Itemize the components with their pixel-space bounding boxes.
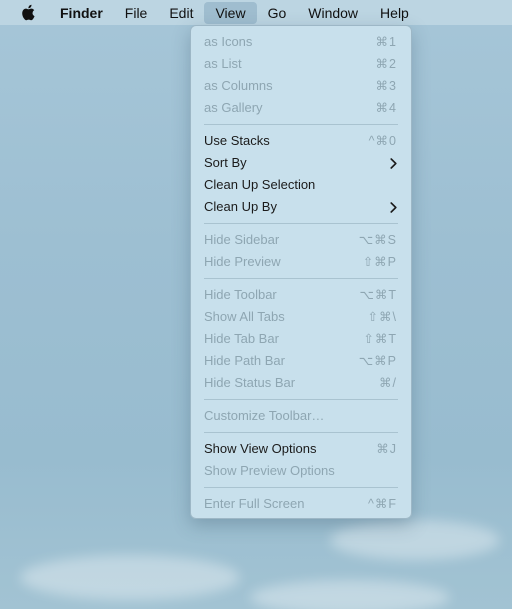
menu-item-shortcut: ⇧⌘T	[363, 332, 397, 346]
menu-item-label: Customize Toolbar…	[204, 408, 325, 423]
menu-item-label: as Columns	[204, 78, 273, 93]
menu-item-clean-up-by[interactable]: Clean Up By	[191, 196, 411, 218]
menu-item-show-view-options[interactable]: Show View Options ⌘J	[191, 438, 411, 460]
menu-item-label: Hide Sidebar	[204, 232, 280, 247]
menu-separator	[204, 223, 398, 224]
menu-separator	[204, 432, 398, 433]
menubar-item-go[interactable]: Go	[257, 2, 298, 24]
menubar-item-help[interactable]: Help	[369, 2, 420, 24]
menu-item-hide-status-bar: Hide Status Bar ⌘/	[191, 372, 411, 394]
menu-item-shortcut: ⇧⌘\	[367, 310, 397, 324]
chevron-right-icon	[387, 201, 397, 213]
menu-item-shortcut: ⌘1	[375, 35, 397, 49]
menu-item-clean-up-selection[interactable]: Clean Up Selection	[191, 174, 411, 196]
menu-item-label: Hide Status Bar	[204, 375, 296, 390]
menu-item-as-columns: as Columns ⌘3	[191, 75, 411, 97]
menu-item-use-stacks[interactable]: Use Stacks ^⌘0	[191, 130, 411, 152]
menu-item-label: Hide Tab Bar	[204, 331, 279, 346]
menu-item-label: Use Stacks	[204, 133, 270, 148]
menu-item-shortcut: ⌘/	[379, 376, 397, 390]
menu-item-as-icons: as Icons ⌘1	[191, 31, 411, 53]
menu-separator	[204, 124, 398, 125]
menu-item-label: Show All Tabs	[204, 309, 285, 324]
menu-item-show-all-tabs: Show All Tabs ⇧⌘\	[191, 306, 411, 328]
menu-item-shortcut: ⌘J	[376, 442, 397, 456]
desktop-background: Finder File Edit View Go Window Help as …	[0, 0, 512, 609]
menu-item-shortcut: ⌥⌘P	[358, 354, 397, 368]
menu-separator	[204, 399, 398, 400]
menu-item-hide-path-bar: Hide Path Bar ⌥⌘P	[191, 350, 411, 372]
view-menu-dropdown: as Icons ⌘1 as List ⌘2 as Columns ⌘3 as …	[190, 25, 412, 519]
menu-bar: Finder File Edit View Go Window Help	[0, 0, 512, 25]
menu-item-label: as Icons	[204, 34, 253, 49]
menu-item-as-gallery: as Gallery ⌘4	[191, 97, 411, 119]
menu-item-shortcut: ⌥⌘T	[359, 288, 397, 302]
menu-item-label: Sort By	[204, 155, 247, 170]
menu-item-shortcut: ^⌘F	[367, 497, 397, 511]
menu-item-label: Clean Up Selection	[204, 177, 316, 192]
cloud-decoration	[250, 580, 450, 609]
menubar-item-view[interactable]: View	[204, 1, 257, 24]
menubar-item-window[interactable]: Window	[297, 2, 369, 24]
menu-item-shortcut: ^⌘0	[368, 134, 397, 148]
menu-item-shortcut: ⌘2	[375, 57, 397, 71]
menu-item-label: Enter Full Screen	[204, 496, 305, 511]
menu-item-show-preview-options: Show Preview Options	[191, 460, 411, 482]
menu-item-hide-tab-bar: Hide Tab Bar ⇧⌘T	[191, 328, 411, 350]
menu-item-sort-by[interactable]: Sort By	[191, 152, 411, 174]
menu-item-label: Hide Path Bar	[204, 353, 285, 368]
menu-item-shortcut: ⌘3	[375, 79, 397, 93]
menu-item-enter-full-screen: Enter Full Screen ^⌘F	[191, 493, 411, 515]
cloud-decoration	[20, 555, 240, 600]
menu-item-label: as Gallery	[204, 100, 263, 115]
menu-item-label: Show Preview Options	[204, 463, 335, 478]
menu-item-shortcut: ⌥⌘S	[358, 233, 397, 247]
menu-item-hide-toolbar: Hide Toolbar ⌥⌘T	[191, 284, 411, 306]
menu-item-as-list: as List ⌘2	[191, 53, 411, 75]
menu-separator	[204, 487, 398, 488]
menu-item-label: Clean Up By	[204, 199, 277, 214]
menu-item-customize-toolbar: Customize Toolbar…	[191, 405, 411, 427]
menu-item-shortcut: ⇧⌘P	[362, 255, 397, 269]
menu-item-label: Hide Preview	[204, 254, 281, 269]
menubar-item-file[interactable]: File	[114, 2, 159, 24]
menu-item-hide-sidebar: Hide Sidebar ⌥⌘S	[191, 229, 411, 251]
menu-separator	[204, 278, 398, 279]
menubar-item-finder[interactable]: Finder	[49, 2, 114, 24]
menu-item-shortcut: ⌘4	[375, 101, 397, 115]
menu-item-label: as List	[204, 56, 242, 71]
menu-item-label: Show View Options	[204, 441, 317, 456]
chevron-right-icon	[387, 157, 397, 169]
menu-item-label: Hide Toolbar	[204, 287, 277, 302]
menu-item-hide-preview: Hide Preview ⇧⌘P	[191, 251, 411, 273]
cloud-decoration	[330, 520, 500, 560]
apple-icon[interactable]	[19, 4, 37, 22]
menubar-item-edit[interactable]: Edit	[158, 2, 204, 24]
